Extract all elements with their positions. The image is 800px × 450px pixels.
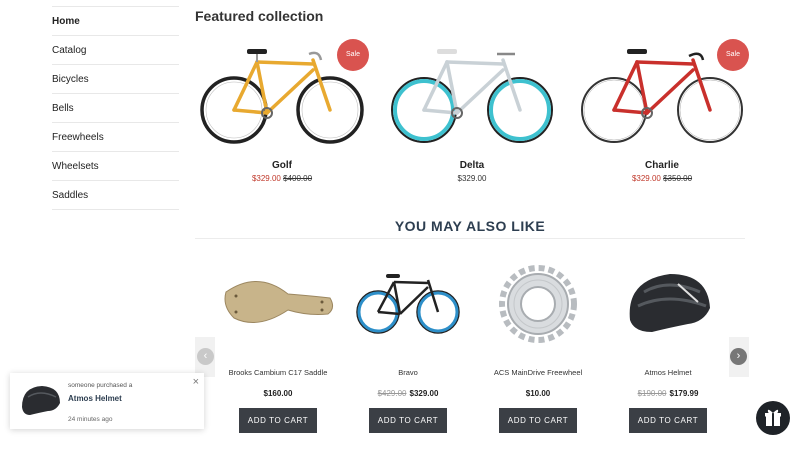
product-price: $329.00 [387,174,557,183]
helmet-icon [629,274,710,332]
product-card-golf[interactable]: Sale Golf $329.00 $400.00 [197,38,369,183]
product-name[interactable]: Charlie [577,160,747,171]
regular-price: $329.00 [457,174,487,183]
product-image-delta[interactable] [387,38,557,148]
featured-collection-title: Featured collection [195,8,324,24]
add-to-cart-button[interactable]: ADD TO CART [499,408,577,433]
product-name[interactable]: Golf [197,160,367,171]
product-price: $429.00 $329.00 [348,389,468,398]
product-name[interactable]: Delta [387,160,557,171]
also-like-title: YOU MAY ALSO LIKE [394,218,546,234]
sale-badge: Sale [717,39,749,71]
sidebar-item-freewheels[interactable]: Freewheels [52,123,179,152]
product-price: $10.00 [478,389,598,398]
notification-product-link[interactable]: Atmos Helmet [68,394,122,403]
chevron-left-icon: ‹ [197,348,214,365]
product-card-saddle[interactable]: Brooks Cambium C17 Saddle $160.00 ADD TO… [218,262,338,433]
close-icon[interactable]: × [193,376,199,388]
regular-price: $10.00 [525,389,551,398]
add-to-cart-button[interactable]: ADD TO CART [369,408,447,433]
product-image-bravo[interactable] [348,262,468,352]
sale-price: $329.00 [251,174,281,183]
add-to-cart-button[interactable]: ADD TO CART [239,408,317,433]
product-image-freewheel[interactable] [478,262,598,352]
sidebar-item-bells[interactable]: Bells [52,94,179,123]
sidebar-item-wheelsets[interactable]: Wheelsets [52,152,179,181]
sale-price: $329.00 [409,389,439,398]
product-image-golf[interactable]: Sale [197,38,369,148]
compare-price: $350.00 [663,174,693,183]
product-image-helmet[interactable] [608,262,728,352]
sale-price: $179.99 [669,389,699,398]
carousel-prev-button[interactable]: ‹ [195,337,215,377]
product-card-delta[interactable]: Delta $329.00 [387,38,557,183]
product-name[interactable]: Brooks Cambium C17 Saddle [218,368,338,378]
compare-price: $190.00 [637,389,667,398]
purchase-notification[interactable]: someone purchased a Atmos Helmet 24 minu… [10,373,204,429]
sale-price: $329.00 [631,174,661,183]
sidebar-item-saddles[interactable]: Saddles [52,181,179,210]
product-price: $160.00 [218,389,338,398]
product-image-charlie[interactable]: Sale [577,38,749,148]
compare-price: $429.00 [377,389,407,398]
sale-badge: Sale [337,39,369,71]
product-image-saddle[interactable] [218,262,338,352]
product-name[interactable]: ACS MainDrive Freewheel [478,368,598,378]
saddle-icon [224,281,334,323]
chevron-right-icon: › [730,348,747,365]
regular-price: $160.00 [263,389,293,398]
product-price: $329.00 $400.00 [197,174,367,183]
product-name[interactable]: Bravo [348,368,468,378]
bicycle-icon [356,274,460,334]
sidebar-item-catalog[interactable]: Catalog [52,36,179,65]
product-name[interactable]: Atmos Helmet [608,368,728,378]
notification-time: 24 minutes ago [68,416,113,423]
section-divider [195,238,745,239]
product-price: $190.00 $179.99 [608,389,728,398]
compare-price: $400.00 [283,174,313,183]
helmet-thumbnail[interactable] [18,383,62,419]
carousel-next-button[interactable]: › [729,337,749,377]
add-to-cart-button[interactable]: ADD TO CART [629,408,707,433]
gift-icon [765,409,781,426]
product-card-bravo[interactable]: Bravo $429.00 $329.00 ADD TO CART [348,262,468,433]
product-card-freewheel[interactable]: ACS MainDrive Freewheel $10.00 ADD TO CA… [478,262,598,433]
product-price: $329.00 $350.00 [577,174,747,183]
product-card-charlie[interactable]: Sale Charlie $329.00 $350.00 [577,38,749,183]
gift-button[interactable] [756,401,790,435]
sidebar-nav: Home Catalog Bicycles Bells Freewheels W… [52,6,179,210]
product-card-helmet[interactable]: Atmos Helmet $190.00 $179.99 ADD TO CART [608,262,728,433]
notification-text: someone purchased a [68,382,133,389]
bicycle-icon [391,49,553,143]
sidebar-item-home[interactable]: Home [52,7,179,36]
sidebar-item-bicycles[interactable]: Bicycles [52,65,179,94]
freewheel-icon [499,265,577,343]
